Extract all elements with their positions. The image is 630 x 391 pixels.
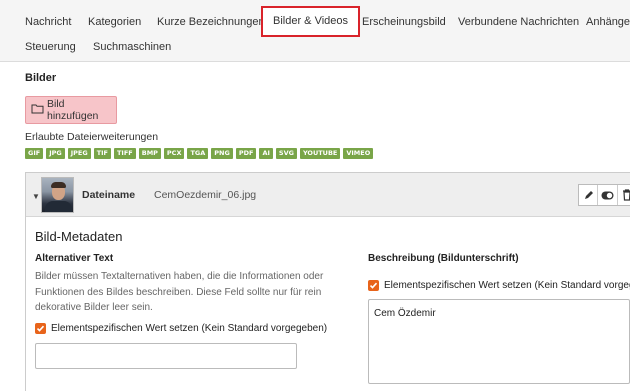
tab-erscheinungsbild[interactable]: Erscheinungsbild [362,16,446,28]
alt-text-checkbox-label: Elementspezifischen Wert setzen (Kein St… [51,323,328,334]
extension-badge: TIF [93,148,111,159]
caret-down-icon[interactable]: ▼ [32,192,40,201]
toggle-icon[interactable] [598,185,618,205]
metadata-title: Bild-Metadaten [35,229,123,244]
extension-badge: YOUTUBE [299,148,341,159]
extension-badge: SVG [275,148,297,159]
allowed-extensions-label: Erlaubte Dateierweiterungen [25,131,159,143]
alt-text-title: Alternativer Text [35,253,114,264]
image-thumbnail[interactable] [41,177,74,213]
description-title: Beschreibung (Bildunterschrift) [368,253,519,264]
extension-badge: PCX [163,148,185,159]
extension-badge: PDF [235,148,257,159]
description-value: Cem Özdemir [374,308,436,319]
pencil-icon[interactable] [579,185,599,205]
section-title-bilder: Bilder [25,72,57,84]
file-header: ▼ Dateiname CemOezdemir_06.jpg [26,173,630,217]
filename-value: CemOezdemir_06.jpg [154,189,257,201]
add-image-label: Bild hinzufügen [47,98,99,122]
description-textarea[interactable]: Cem Özdemir [368,299,630,384]
filename-label: Dateiname [82,189,136,201]
tab-verbundene-nachrichten[interactable]: Verbundene Nachrichten [458,16,579,28]
extension-badge: TIFF [114,148,136,159]
extension-badge: TGA [187,148,209,159]
image-file-card: ▼ Dateiname CemOezdemir_06.jpg Bild-Meta… [25,172,630,391]
tab-anhaenge[interactable]: Anhänge [586,16,630,28]
extension-badge: VIMEO [343,148,374,159]
extension-badge: GIF [25,148,44,159]
extension-badge: JPG [46,148,65,159]
tab-kurze-bezeichnungen[interactable]: Kurze Bezeichnungen [157,16,265,28]
alt-text-checkbox[interactable] [35,323,46,334]
tab-nachricht[interactable]: Nachricht [25,16,71,28]
add-image-button[interactable]: Bild hinzufügen [25,96,117,124]
tab-bar: Nachricht Kategorien Kurze Bezeichnungen… [0,0,630,62]
extension-badge: BMP [138,148,161,159]
extension-badge-list: GIF JPG JPEG TIF TIFF BMP PCX TGA PNG PD… [25,148,374,159]
extension-badge: JPEG [67,148,91,159]
extension-badge: PNG [211,148,233,159]
alt-text-input[interactable] [35,343,297,369]
alt-text-help: Bilder müssen Textalternativen haben, di… [35,271,324,313]
tab-steuerung[interactable]: Steuerung [25,41,76,53]
extension-badge: AI [259,148,273,159]
folder-icon [31,103,47,117]
file-actions [578,184,630,206]
tab-bilder-videos[interactable]: Bilder & Videos [261,6,361,37]
trash-icon[interactable] [618,185,630,205]
description-checkbox-label: Elementspezifischen Wert setzen (Kein St… [384,280,630,291]
tab-kategorien[interactable]: Kategorien [88,16,141,28]
description-checkbox[interactable] [368,280,379,291]
tab-suchmaschinen[interactable]: Suchmaschinen [93,41,171,53]
